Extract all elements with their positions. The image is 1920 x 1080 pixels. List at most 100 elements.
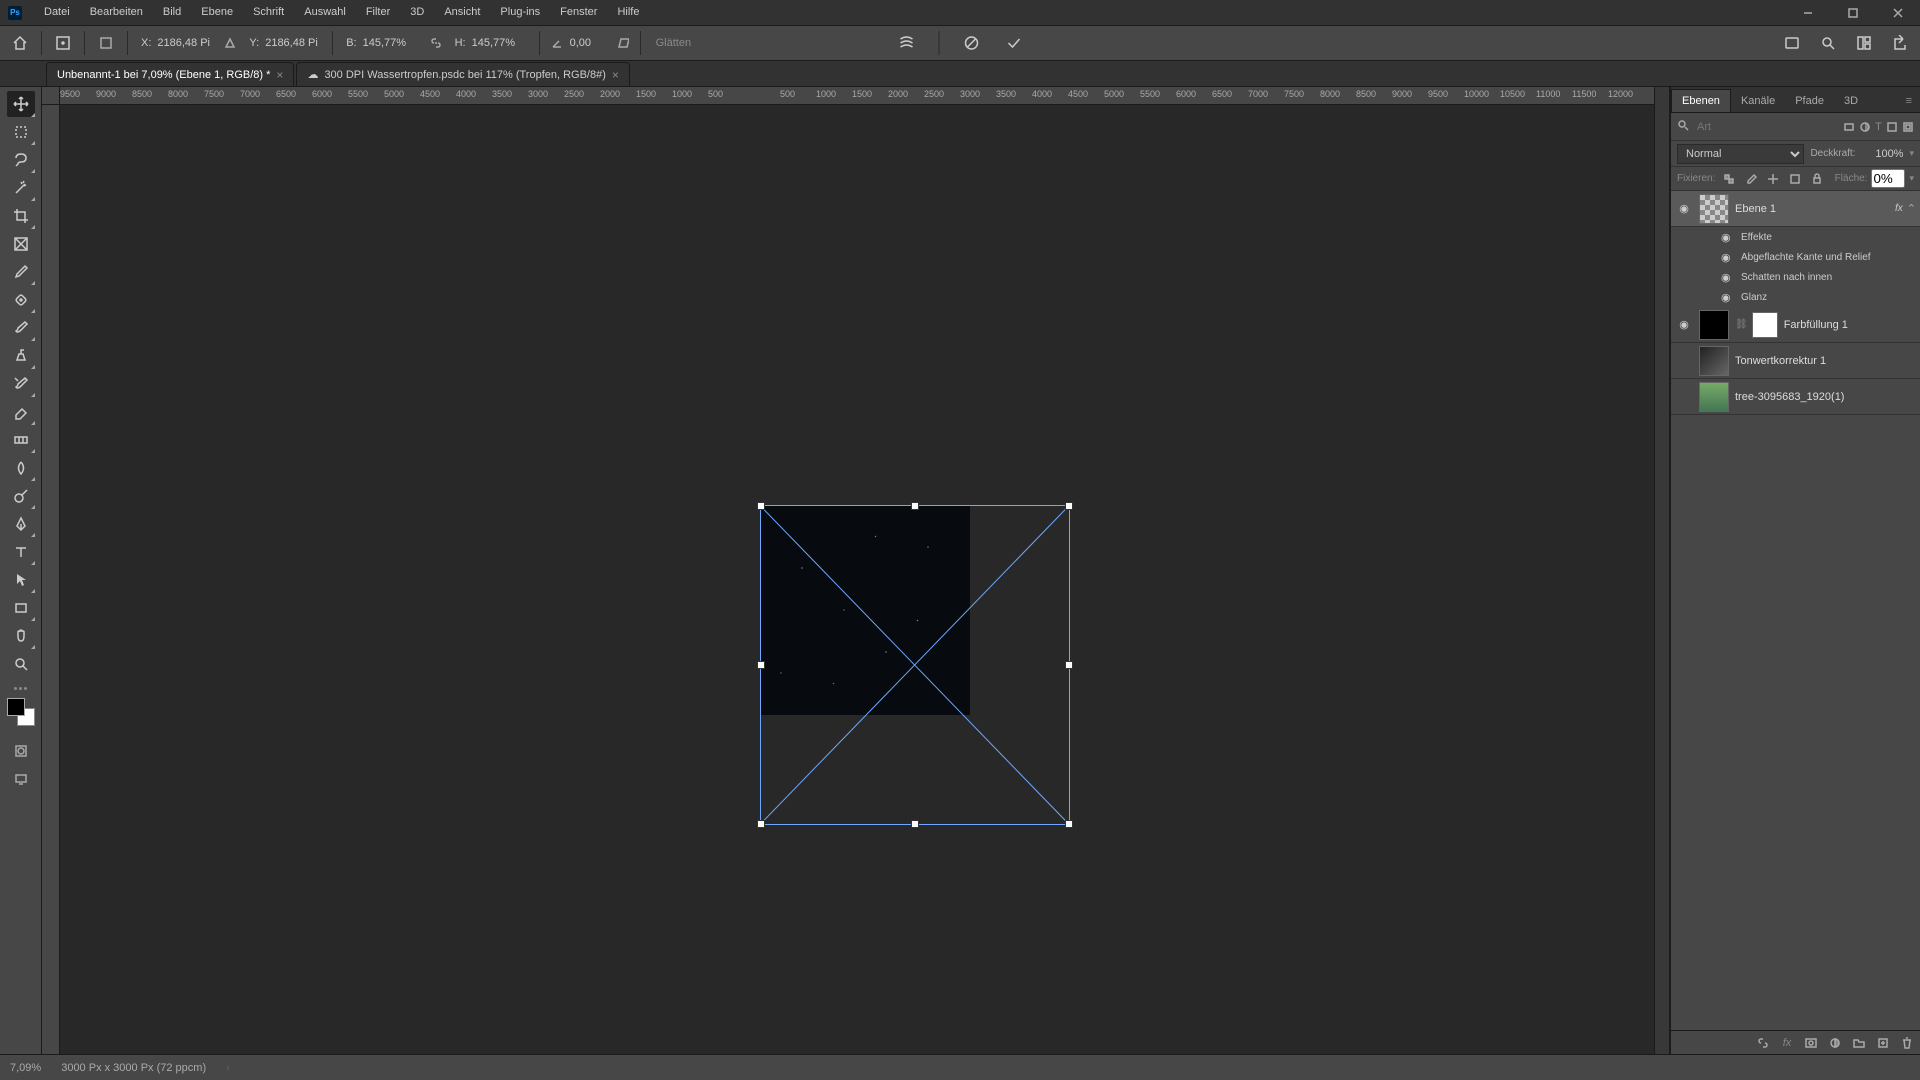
panel-tab-ebenen[interactable]: Ebenen: [1671, 89, 1731, 112]
document-tab-1[interactable]: Unbenannt-1 bei 7,09% (Ebene 1, RGB/8) *…: [46, 62, 294, 86]
transform-handle-bm[interactable]: [911, 820, 919, 828]
layer-name[interactable]: Tonwertkorrektur 1: [1735, 355, 1916, 367]
fx-badge[interactable]: fx: [1895, 203, 1903, 214]
adjustment-layer-icon[interactable]: [1826, 1034, 1844, 1052]
interpolation-dropdown[interactable]: Glätten: [648, 37, 699, 49]
layer-filter-input[interactable]: [1697, 121, 1839, 133]
pen-tool[interactable]: [7, 511, 35, 537]
hand-tool[interactable]: [7, 623, 35, 649]
menu-3d[interactable]: 3D: [400, 0, 434, 25]
new-layer-icon[interactable]: [1874, 1034, 1892, 1052]
menu-bild[interactable]: Bild: [153, 0, 191, 25]
layer-row-ebene1[interactable]: ◉ Ebene 1 fx ⌃: [1671, 191, 1920, 227]
filter-pixel-icon[interactable]: [1843, 118, 1855, 136]
panel-tab-3d[interactable]: 3D: [1834, 90, 1868, 112]
layer-style-icon[interactable]: fx: [1778, 1034, 1796, 1052]
layer-mask-icon[interactable]: [1802, 1034, 1820, 1052]
close-tab-icon[interactable]: ×: [276, 68, 283, 82]
path-selection-tool[interactable]: [7, 567, 35, 593]
workspace-button[interactable]: [1850, 29, 1878, 57]
cloud-docs-button[interactable]: [1778, 29, 1806, 57]
menu-ebene[interactable]: Ebene: [191, 0, 243, 25]
visibility-toggle-icon[interactable]: ◉: [1721, 271, 1735, 284]
commit-transform-button[interactable]: [1000, 29, 1028, 57]
layer-row-tree-image[interactable]: tree-3095683_1920(1): [1671, 379, 1920, 415]
opacity-dropdown-icon[interactable]: ▾: [1909, 148, 1914, 159]
link-wh-icon[interactable]: [429, 36, 443, 50]
ref-grid-button[interactable]: [92, 29, 120, 57]
crop-tool[interactable]: [7, 203, 35, 229]
foreground-background-colors[interactable]: [7, 698, 35, 726]
transform-bounding-box[interactable]: [760, 505, 1070, 825]
status-chevron-icon[interactable]: ›: [226, 1062, 230, 1074]
cancel-transform-button[interactable]: [958, 29, 986, 57]
window-close-button[interactable]: [1875, 0, 1920, 25]
rectangle-tool[interactable]: [7, 595, 35, 621]
frame-tool[interactable]: [7, 231, 35, 257]
clone-stamp-tool[interactable]: [7, 343, 35, 369]
horizontal-ruler[interactable]: 9500900085008000750070006500600055005000…: [60, 87, 1654, 105]
layer-thumbnail[interactable]: [1699, 194, 1729, 224]
collapsed-panel-dock[interactable]: [1654, 87, 1670, 1054]
lasso-tool[interactable]: [7, 147, 35, 173]
blur-tool[interactable]: [7, 455, 35, 481]
menu-fenster[interactable]: Fenster: [550, 0, 607, 25]
eyedropper-tool[interactable]: [7, 259, 35, 285]
layer-name[interactable]: Farbfüllung 1: [1784, 319, 1916, 331]
collapse-effects-icon[interactable]: ⌃: [1907, 202, 1916, 215]
transform-handle-br[interactable]: [1065, 820, 1073, 828]
home-button[interactable]: [6, 29, 34, 57]
visibility-toggle-icon[interactable]: ◉: [1721, 231, 1735, 244]
gradient-tool[interactable]: [7, 427, 35, 453]
layer-thumbnail[interactable]: [1699, 346, 1729, 376]
fill-input[interactable]: [1871, 169, 1905, 188]
effect-row-bevel[interactable]: ◉ Abgeflachte Kante und Relief: [1671, 247, 1920, 267]
layer-mask-thumbnail[interactable]: [1752, 312, 1778, 338]
transform-handle-tr[interactable]: [1065, 502, 1073, 510]
group-layers-icon[interactable]: [1850, 1034, 1868, 1052]
transform-handle-tl[interactable]: [757, 502, 765, 510]
history-brush-tool[interactable]: [7, 371, 35, 397]
effect-row-inner-shadow[interactable]: ◉ Schatten nach innen: [1671, 267, 1920, 287]
document-info[interactable]: 3000 Px x 3000 Px (72 ppcm): [61, 1062, 206, 1074]
delta-icon[interactable]: [223, 36, 237, 50]
window-maximize-button[interactable]: [1830, 0, 1875, 25]
visibility-toggle-icon[interactable]: ◉: [1675, 318, 1693, 331]
lock-position-icon[interactable]: [1765, 171, 1781, 187]
share-button[interactable]: [1886, 29, 1914, 57]
skew-h-icon[interactable]: [616, 36, 630, 50]
menu-datei[interactable]: Datei: [34, 0, 80, 25]
fill-dropdown-icon[interactable]: ▾: [1909, 173, 1914, 184]
healing-brush-tool[interactable]: [7, 287, 35, 313]
filter-type-icon[interactable]: T: [1875, 118, 1882, 136]
layer-row-tonwertkorrektur[interactable]: Tonwertkorrektur 1: [1671, 343, 1920, 379]
layer-row-farbfuellung[interactable]: ◉ ⛓ Farbfüllung 1: [1671, 307, 1920, 343]
move-tool[interactable]: [7, 91, 35, 117]
effect-row-satin[interactable]: ◉ Glanz: [1671, 287, 1920, 307]
type-tool[interactable]: [7, 539, 35, 565]
window-minimize-button[interactable]: [1785, 0, 1830, 25]
filter-adjustment-icon[interactable]: [1859, 118, 1871, 136]
search-button[interactable]: [1814, 29, 1842, 57]
dodge-tool[interactable]: [7, 483, 35, 509]
x-input[interactable]: [157, 37, 217, 49]
menu-ansicht[interactable]: Ansicht: [434, 0, 490, 25]
edit-toolbar-button[interactable]: [14, 687, 27, 690]
opacity-input[interactable]: [1861, 148, 1903, 160]
canvas-area[interactable]: 9500900085008000750070006500600055005000…: [42, 87, 1654, 1054]
eraser-tool[interactable]: [7, 399, 35, 425]
canvas-content[interactable]: [60, 105, 1654, 1054]
w-input[interactable]: [363, 37, 423, 49]
menu-auswahl[interactable]: Auswahl: [294, 0, 356, 25]
link-icon[interactable]: ⛓: [1735, 319, 1748, 330]
zoom-level[interactable]: 7,09%: [10, 1062, 41, 1074]
transform-handle-bl[interactable]: [757, 820, 765, 828]
menu-filter[interactable]: Filter: [356, 0, 400, 25]
lock-all-icon[interactable]: [1809, 171, 1825, 187]
transform-handle-mr[interactable]: [1065, 661, 1073, 669]
vertical-ruler[interactable]: [42, 87, 60, 1054]
panel-tab-pfade[interactable]: Pfade: [1785, 90, 1834, 112]
layer-thumbnail[interactable]: [1699, 310, 1729, 340]
filter-shape-icon[interactable]: [1886, 118, 1898, 136]
menu-hilfe[interactable]: Hilfe: [607, 0, 649, 25]
